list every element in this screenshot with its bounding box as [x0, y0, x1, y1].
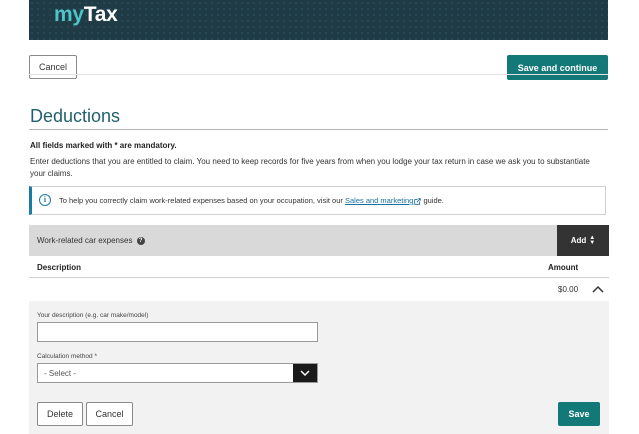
- mandatory-note: All fields marked with * are mandatory.: [30, 141, 177, 150]
- info-icon: i: [39, 194, 51, 206]
- section-title: Work-related car expenses ?: [37, 236, 145, 245]
- column-header-description: Description: [37, 263, 82, 272]
- chevron-up-icon[interactable]: [591, 282, 605, 296]
- car-expenses-section-header: Work-related car expenses ? Add ▲ ▼: [29, 225, 609, 256]
- column-header-amount: Amount: [548, 263, 579, 272]
- save-button[interactable]: Save: [558, 402, 600, 426]
- expense-form-panel: Your description (e.g. car make/model) C…: [29, 301, 609, 434]
- description-input[interactable]: [37, 322, 318, 342]
- select-value: - Select -: [44, 369, 77, 378]
- form-cancel-button[interactable]: Cancel: [86, 402, 133, 426]
- save-and-continue-button[interactable]: Save and continue: [507, 55, 608, 80]
- sales-marketing-link[interactable]: Sales and marketing: [345, 196, 422, 205]
- amount-value: $0.00: [558, 285, 579, 294]
- select-arrow[interactable]: [293, 364, 317, 382]
- mytax-logo: myTax: [54, 3, 118, 26]
- calculation-method-label: Calculation method *: [37, 353, 97, 360]
- delete-button[interactable]: Delete: [37, 402, 83, 426]
- intro-text: Enter deductions that you are entitled t…: [30, 157, 590, 178]
- app-header: myTax: [29, 0, 608, 40]
- help-icon[interactable]: ?: [136, 236, 145, 245]
- page-title: Deductions: [30, 106, 121, 126]
- description-label: Your description (e.g. car make/model): [37, 312, 149, 319]
- cancel-button[interactable]: Cancel: [29, 55, 77, 79]
- calculation-method-select[interactable]: - Select -: [37, 363, 318, 383]
- add-button[interactable]: Add ▲ ▼: [557, 225, 609, 256]
- toolbar-divider: [29, 74, 608, 75]
- title-divider: [29, 129, 608, 130]
- info-box: i To help you correctly claim work-relat…: [29, 186, 606, 215]
- info-text: To help you correctly claim work-related…: [59, 196, 444, 205]
- chevron-down-icon: [300, 370, 310, 377]
- sort-arrows-icon: ▲ ▼: [589, 234, 596, 246]
- table-header-divider: [29, 277, 609, 278]
